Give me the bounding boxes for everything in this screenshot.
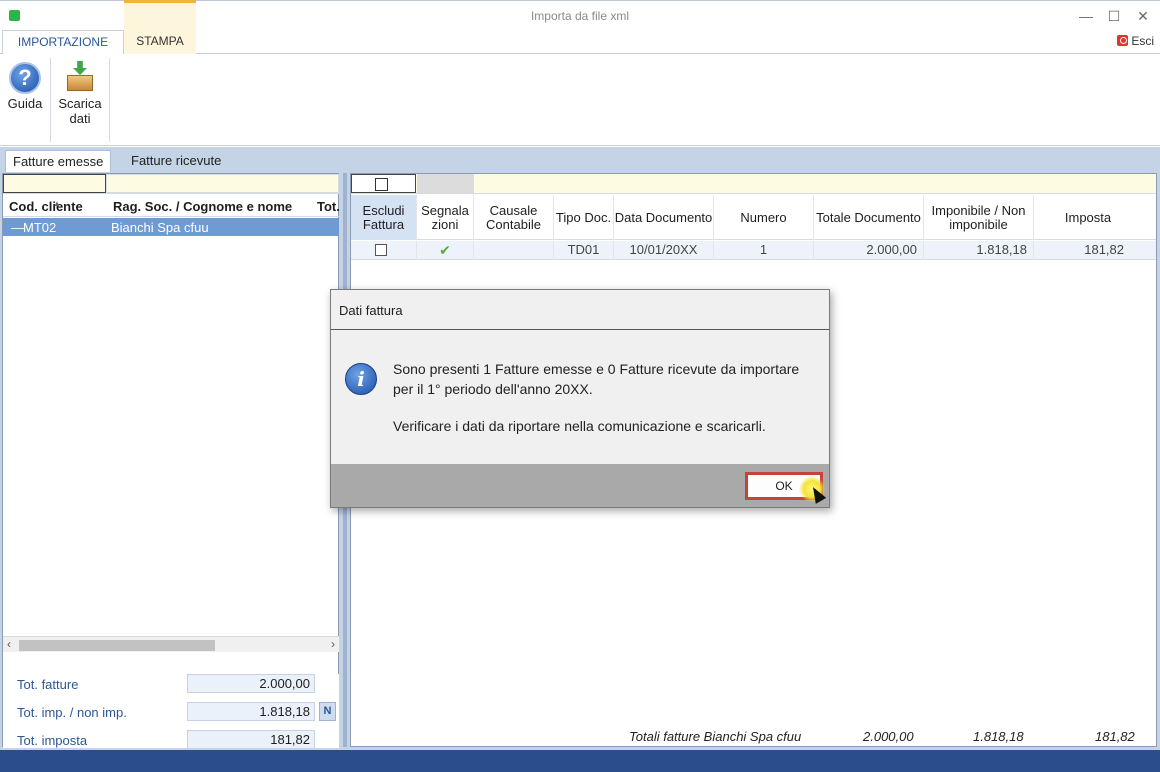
n-badge-button[interactable]: N xyxy=(319,702,336,721)
scroll-right-icon[interactable]: › xyxy=(331,637,335,651)
cell-causale xyxy=(474,241,554,260)
status-bar xyxy=(0,750,1160,772)
tab-fatture-ricevute[interactable]: Fatture ricevute xyxy=(124,150,228,172)
cell-data: 10/01/20XX xyxy=(614,241,714,260)
col-tot[interactable]: Tot. xyxy=(317,199,340,214)
guida-button[interactable]: ? Guida xyxy=(3,58,47,111)
maximize-button[interactable]: ☐ xyxy=(1104,6,1124,26)
scarica-label-line1: Scarica xyxy=(58,96,102,111)
tab-importazione[interactable]: IMPORTAZIONE xyxy=(2,30,124,55)
client-name: Bianchi Spa cfuu xyxy=(111,220,209,235)
footer-label: Totali fatture Bianchi Spa cfuu xyxy=(629,729,802,744)
col-imposta[interactable]: Imposta xyxy=(1034,195,1142,240)
minimize-button[interactable]: — xyxy=(1076,6,1096,26)
tot-imposta-label: Tot. imposta xyxy=(17,733,88,748)
dialog-message: Sono presenti 1 Fatture emesse e 0 Fattu… xyxy=(393,361,800,397)
client-code: MT02 xyxy=(23,220,57,235)
cell-imposta: 181,82 xyxy=(1084,242,1124,257)
scarica-label-line2: dati xyxy=(69,111,91,126)
dati-fattura-dialog: Dati fattura i Sono presenti 1 Fatture e… xyxy=(330,289,830,508)
filter-segnalazioni xyxy=(417,174,474,193)
cell-imponibile: 1.818,18 xyxy=(924,241,1034,260)
grid-header: Escludi Fattura Segnala zioni Causale Co… xyxy=(351,195,1156,240)
filter-escludi[interactable] xyxy=(351,174,416,193)
col-totale[interactable]: Totale Documento xyxy=(814,195,924,240)
cell-totale: 2.000,00 xyxy=(814,241,924,260)
tab-stampa[interactable]: STAMPA xyxy=(124,0,196,54)
scroll-thumb[interactable] xyxy=(19,640,215,651)
ribbon-body: ? Guida Scarica dati xyxy=(0,54,1160,146)
col-escludi[interactable]: Escludi Fattura xyxy=(351,195,417,240)
dialog-footer: OK xyxy=(331,464,829,507)
horizontal-scrollbar[interactable]: ‹ › xyxy=(3,636,339,652)
ribbon-separator xyxy=(50,58,51,142)
col-imponibile[interactable]: Imponibile / Non imponibile xyxy=(924,195,1034,240)
exit-button[interactable]: Esci xyxy=(1117,34,1154,48)
tot-fatture-value: 2.000,00 xyxy=(187,674,315,693)
cell-tipo-doc: TD01 xyxy=(554,241,614,260)
scroll-left-icon[interactable]: ‹ xyxy=(7,637,11,651)
col-segnalazioni[interactable]: Segnala zioni xyxy=(417,195,474,240)
dialog-message-2: Verificare i dati da riportare nella com… xyxy=(393,418,766,434)
tab-fatture-emesse[interactable]: Fatture emesse xyxy=(5,150,112,172)
table-row[interactable]: ✔ TD01 10/01/20XX 1 2.000,00 1.818,18 18… xyxy=(351,241,1156,260)
clients-panel: Cod. cliente ▲ Rag. Soc. / Cognome e nom… xyxy=(2,173,340,749)
client-row[interactable]: — MT02 Bianchi Spa cfuu xyxy=(3,218,339,236)
select-all-checkbox[interactable] xyxy=(375,178,388,191)
exit-label: Esci xyxy=(1131,34,1154,48)
cell-numero: 1 xyxy=(714,241,814,260)
filter-row xyxy=(3,174,339,194)
ribbon-tabs: IMPORTAZIONE STAMPA Esci xyxy=(0,0,1160,55)
dialog-body: i Sono presenti 1 Fatture emesse e 0 Fat… xyxy=(331,331,829,464)
tot-imposta-value: 181,82 xyxy=(187,730,315,749)
footer-imposta: 181,82 xyxy=(1095,729,1135,744)
totals-section: Tot. fatture 2.000,00 Tot. imp. / non im… xyxy=(3,674,339,749)
footer-imponibile: 1.818,18 xyxy=(973,729,1024,744)
ribbon-separator xyxy=(109,58,110,142)
tot-imp-value: 1.818,18 xyxy=(187,702,315,721)
info-icon: i xyxy=(345,363,377,395)
filter-cod-cliente[interactable] xyxy=(3,174,106,193)
download-icon xyxy=(65,61,95,93)
check-icon: ✔ xyxy=(417,241,474,260)
col-tipo-doc[interactable]: Tipo Doc. xyxy=(554,195,614,240)
sort-icon: ▲ xyxy=(53,199,61,208)
escludi-checkbox[interactable] xyxy=(375,244,387,256)
cell-escludi xyxy=(351,241,417,260)
footer-totale: 2.000,00 xyxy=(863,729,914,744)
power-icon xyxy=(1117,35,1129,46)
tot-fatture-label: Tot. fatture xyxy=(17,677,79,692)
tot-imp-label: Tot. imp. / non imp. xyxy=(17,705,127,720)
scarica-dati-button[interactable]: Scarica dati xyxy=(54,58,106,126)
close-button[interactable]: ✕ xyxy=(1133,6,1153,26)
dialog-title: Dati fattura xyxy=(339,303,403,318)
guida-label: Guida xyxy=(7,96,43,111)
col-numero[interactable]: Numero xyxy=(714,195,814,240)
col-data[interactable]: Data Documento xyxy=(614,195,714,240)
col-causale[interactable]: Causale Contabile xyxy=(474,195,554,240)
help-icon: ? xyxy=(9,62,41,94)
col-cod-cliente[interactable]: Cod. cliente xyxy=(9,199,83,214)
grid-footer: Totali fatture Bianchi Spa cfuu 2.000,00… xyxy=(351,728,1156,746)
dialog-titlebar: Dati fattura xyxy=(331,290,829,330)
grid-filter-row xyxy=(351,174,1156,194)
col-rag-soc[interactable]: Rag. Soc. / Cognome e nome xyxy=(113,199,292,214)
clients-header: Cod. cliente ▲ Rag. Soc. / Cognome e nom… xyxy=(3,195,340,217)
filter-rag-soc[interactable] xyxy=(106,174,339,193)
